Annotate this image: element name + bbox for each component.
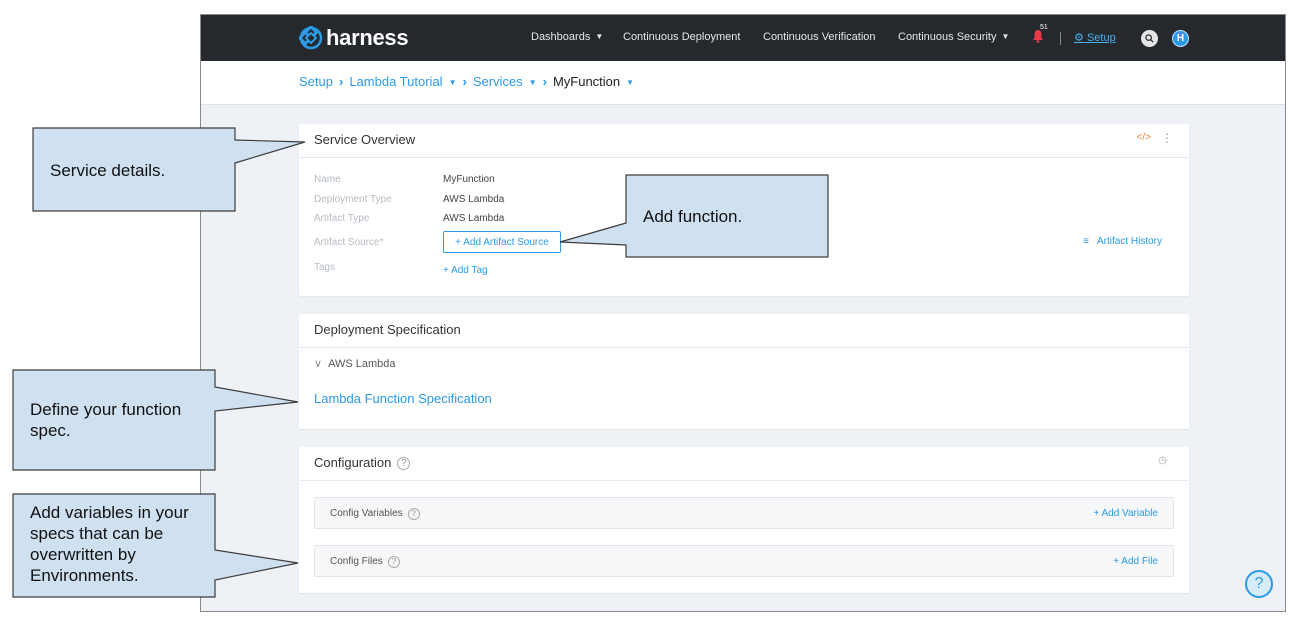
bell-icon[interactable] bbox=[1032, 29, 1044, 43]
help-icon[interactable]: ? bbox=[387, 556, 400, 568]
breadcrumb-services[interactable]: Services bbox=[473, 74, 523, 89]
nav-continuous-deployment[interactable]: Continuous Deployment bbox=[623, 31, 740, 43]
service-overview-card: Service Overview </> ⋮ Name MyFunction D… bbox=[299, 124, 1189, 296]
breadcrumb: Setup › Lambda Tutorial ▼ › Services ▼ › MyFunct… bbox=[201, 61, 1285, 105]
nav-continuous-security[interactable]: Continuous Security ▼ bbox=[898, 31, 1009, 43]
card-header: Configuration? ◷ bbox=[299, 447, 1189, 481]
nav-divider bbox=[1060, 32, 1061, 45]
nav-label: Continuous Security bbox=[898, 31, 997, 43]
chevron-down-icon[interactable]: ▼ bbox=[449, 78, 457, 87]
field-value-artifact-type: AWS Lambda bbox=[443, 213, 505, 224]
configuration-title: Configuration bbox=[314, 455, 392, 470]
callout-add-function: Add function. bbox=[643, 207, 743, 226]
field-label-artifact-source: Artifact Source* bbox=[314, 237, 384, 248]
chevron-right-icon: › bbox=[338, 74, 344, 89]
list-icon: ≡ bbox=[1083, 236, 1089, 247]
nav-label: Continuous Verification bbox=[763, 31, 876, 43]
config-files-label: Config Files bbox=[330, 556, 383, 567]
chevron-down-icon: ∨ bbox=[314, 358, 323, 370]
config-files-label-wrap: Config Files? bbox=[330, 556, 400, 568]
chevron-down-icon: ▼ bbox=[595, 32, 604, 41]
artifact-history-link[interactable]: ≡ Artifact History bbox=[1083, 236, 1162, 247]
question-icon: ? bbox=[1254, 575, 1264, 592]
config-files-section: Config Files? + Add File bbox=[314, 545, 1174, 577]
config-variables-label-wrap: Config Variables? bbox=[330, 508, 420, 520]
section-label: AWS Lambda bbox=[328, 358, 396, 370]
add-variable-link[interactable]: + Add Variable bbox=[1093, 508, 1158, 519]
code-icon[interactable]: </> bbox=[1137, 132, 1151, 143]
callout-service-details: Service details. bbox=[50, 161, 166, 180]
field-value-deployment-type: AWS Lambda bbox=[443, 194, 505, 205]
card-header: Service Overview </> ⋮ bbox=[299, 124, 1189, 158]
search-icon bbox=[1145, 34, 1154, 43]
field-value-name: MyFunction bbox=[443, 174, 495, 185]
help-icon[interactable]: ? bbox=[397, 457, 411, 470]
gear-icon: ⚙ bbox=[1074, 32, 1084, 44]
field-label-name: Name bbox=[314, 174, 341, 185]
setup-link[interactable]: ⚙ Setup bbox=[1074, 31, 1116, 44]
field-label-artifact-type: Artifact Type bbox=[314, 213, 370, 224]
nav-label: Continuous Deployment bbox=[623, 31, 741, 43]
field-label-deployment-type: Deployment Type bbox=[314, 194, 392, 205]
chevron-down-icon[interactable]: ▼ bbox=[626, 78, 634, 87]
chevron-down-icon[interactable]: ▼ bbox=[529, 78, 537, 87]
chevron-right-icon: › bbox=[542, 74, 547, 89]
configuration-card: Configuration? ◷ Config Variables? + Add… bbox=[299, 447, 1189, 593]
card-title: Deployment Specification bbox=[314, 322, 461, 337]
help-icon[interactable]: ? bbox=[407, 508, 420, 520]
notification-count: 51 bbox=[1040, 24, 1048, 31]
lambda-function-specification-link[interactable]: Lambda Function Specification bbox=[314, 391, 492, 406]
nav-continuous-verification[interactable]: Continuous Verification bbox=[763, 31, 876, 43]
nav-label: Dashboards bbox=[531, 31, 591, 43]
add-tag-link[interactable]: + Add Tag bbox=[443, 265, 488, 276]
card-header: Deployment Specification bbox=[299, 314, 1189, 348]
add-artifact-source-button[interactable]: + Add Artifact Source bbox=[443, 231, 561, 253]
setup-label: Setup bbox=[1086, 32, 1116, 44]
breadcrumb-setup[interactable]: Setup bbox=[299, 74, 333, 89]
deployment-specification-card: Deployment Specification ∨ AWS Lambda Lam… bbox=[299, 314, 1189, 429]
chevron-right-icon: › bbox=[462, 74, 467, 89]
config-variables-label: Config Variables bbox=[330, 508, 403, 519]
add-file-link[interactable]: + Add File bbox=[1113, 556, 1158, 567]
config-variables-section: Config Variables? + Add Variable bbox=[314, 497, 1174, 529]
chevron-down-icon: ▼ bbox=[1001, 32, 1010, 41]
aws-lambda-section-toggle[interactable]: ∨ AWS Lambda bbox=[314, 357, 396, 370]
nav-dashboards[interactable]: Dashboards ▼ bbox=[531, 31, 603, 43]
more-options-icon[interactable]: ⋮ bbox=[1161, 131, 1173, 145]
artifact-history-label: Artifact History bbox=[1096, 236, 1162, 247]
harness-logo[interactable]: harness bbox=[299, 24, 409, 52]
breadcrumb-myfunction: MyFunction bbox=[552, 74, 621, 89]
callout-define-spec: Define your function spec. bbox=[30, 400, 182, 440]
card-title: Service Overview bbox=[314, 132, 416, 147]
callout-add-variables: Add variables in your specs that can be … bbox=[30, 503, 189, 585]
breadcrumb-lambda-tutorial[interactable]: Lambda Tutorial bbox=[349, 74, 442, 89]
search-button[interactable] bbox=[1141, 30, 1158, 47]
card-title: Configuration? bbox=[314, 455, 411, 470]
brand-name: harness bbox=[326, 25, 409, 50]
avatar[interactable]: H bbox=[1172, 30, 1189, 47]
app-window: harness Dashboards ▼ Continuous Deploymen… bbox=[200, 14, 1286, 612]
help-button[interactable]: ? bbox=[1245, 570, 1273, 598]
top-nav: harness Dashboards ▼ Continuous Deploymen… bbox=[201, 15, 1285, 61]
history-icon[interactable]: ◷ bbox=[1158, 455, 1167, 466]
harness-logo-icon bbox=[299, 26, 323, 50]
field-label-tags: Tags bbox=[314, 262, 336, 273]
